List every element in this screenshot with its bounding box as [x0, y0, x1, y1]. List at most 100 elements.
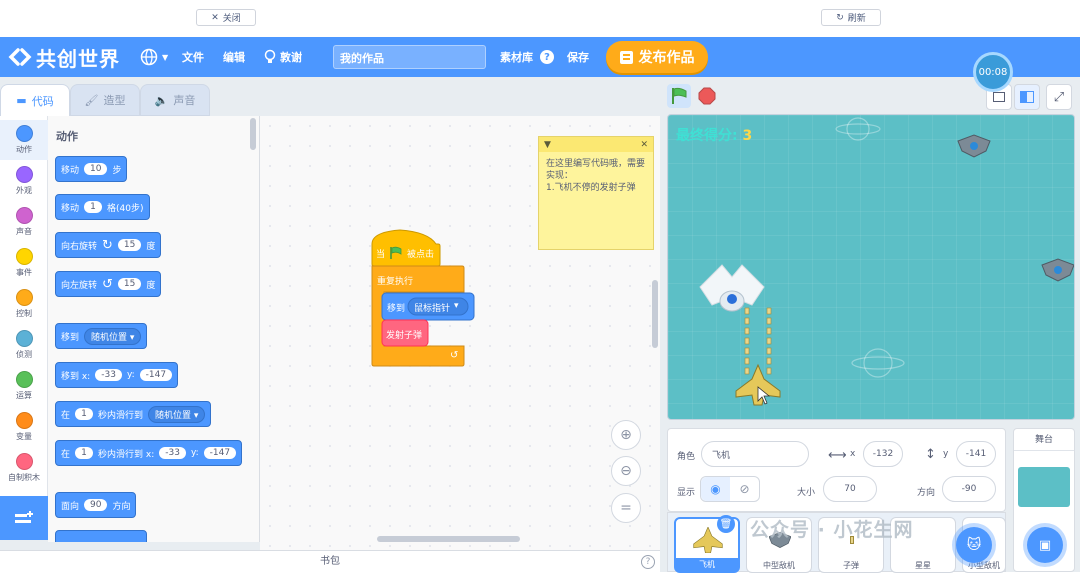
block-text: 面向 — [61, 501, 80, 512]
category-control[interactable]: 控制 — [0, 284, 48, 324]
language-menu[interactable]: ▼ — [140, 37, 168, 77]
block-glide-xy[interactable]: 在 1 秒内滑行到 x: -33 y: -147 — [55, 440, 243, 466]
normal-stage-button[interactable] — [1014, 84, 1040, 110]
block-input[interactable]: -147 — [203, 447, 237, 459]
refresh-icon: ↻ — [836, 12, 844, 23]
block-input[interactable]: 1 — [75, 447, 94, 459]
stage-canvas[interactable]: 最终得分: 3 — [667, 114, 1075, 420]
close-button[interactable]: ✕ 关闭 — [196, 9, 256, 26]
refresh-button[interactable]: ↻ 刷新 — [821, 9, 881, 26]
dropdown-value: 随机位置 — [91, 332, 128, 343]
save-button[interactable]: 保存 — [567, 37, 589, 77]
comment-note[interactable]: ▼ ✕ 在这里编写代码哦，需要实现： 1.飞机不停的发射子弹 — [538, 136, 654, 250]
block-dropdown[interactable]: 随机位置 ▾ — [84, 327, 142, 345]
stop-button[interactable] — [695, 84, 719, 108]
category-events[interactable]: 事件 — [0, 243, 48, 283]
stage-panel-label: 舞台 — [1014, 429, 1074, 451]
category-sound[interactable]: 声音 — [0, 202, 48, 242]
workspace-hscrollbar[interactable] — [377, 536, 520, 542]
block-input[interactable]: 90 — [84, 499, 108, 511]
menu-bar: 共创世界 ▼ 文件 编辑 敦谢 我的作品 素材库 ? 保存 发布作品 — [0, 37, 1080, 77]
publish-button[interactable]: 发布作品 — [606, 41, 708, 73]
block-goto-xy[interactable]: 移到 x: -33 y: -147 — [55, 362, 179, 388]
category-label: 事件 — [16, 268, 32, 277]
category-dot — [15, 166, 33, 183]
logo-text: 共创世界 — [36, 46, 120, 71]
tab-sounds[interactable]: 🔈 声音 — [140, 84, 210, 116]
fullscreen-button[interactable]: ⤢ — [1046, 84, 1072, 110]
block-turn-right[interactable]: 向右旋转 ↻ 15 度 — [55, 232, 162, 258]
block-input[interactable]: -33 — [95, 369, 122, 381]
block-input[interactable]: 15 — [117, 239, 142, 251]
block-text: 向右旋转 — [61, 241, 98, 252]
block-input[interactable]: 15 — [117, 278, 142, 290]
delete-sprite-button[interactable]: 🗑 — [717, 515, 735, 533]
goto-target-value: 鼠标指针 — [414, 304, 451, 314]
block-input[interactable]: 1 — [75, 408, 94, 420]
help-icon[interactable]: ? — [641, 555, 655, 569]
direction-input[interactable]: -90 — [942, 476, 996, 502]
sprite-card-name: 子弹 — [843, 561, 859, 570]
visibility-toggle[interactable]: ◉ ⊘ — [700, 476, 760, 502]
green-flag-button[interactable] — [667, 84, 691, 108]
tips-menu[interactable]: 敦谢 — [264, 37, 302, 77]
hide-eye-icon[interactable]: ⊘ — [730, 477, 759, 501]
block-text: 格(40步) — [107, 203, 144, 214]
y-input[interactable]: -141 — [956, 441, 996, 467]
add-sprite-button[interactable]: 🐱 — [956, 527, 992, 563]
collapse-icon[interactable]: ▼ — [544, 140, 551, 150]
x-input[interactable]: -132 — [863, 441, 903, 467]
note-header[interactable]: ▼ ✕ — [539, 137, 653, 152]
category-variables[interactable]: 变量 — [0, 407, 48, 447]
tab-costumes[interactable]: 🖌 造型 — [70, 84, 140, 116]
close-icon[interactable]: ✕ — [640, 140, 648, 150]
block-goto[interactable]: 移到 随机位置 ▾ — [55, 323, 148, 349]
stage-thumbnail[interactable] — [1018, 467, 1070, 507]
block-turn-left[interactable]: 向左旋转 ↺ 15 度 — [55, 271, 162, 297]
block-input[interactable]: -147 — [139, 369, 173, 381]
block-dropdown[interactable]: 随机位置 ▾ — [148, 405, 206, 423]
block-move-grid[interactable]: 移动 1 格(40步) — [55, 194, 150, 220]
help-button[interactable]: ? — [540, 37, 554, 77]
logo[interactable]: 共创世界 — [8, 37, 120, 77]
sprite-name-input[interactable]: 飞机 — [701, 441, 809, 467]
code-icon: ▬ — [16, 94, 27, 107]
workspace-vscrollbar[interactable] — [652, 280, 658, 348]
sprite-name-label: 角色 — [677, 452, 696, 462]
tab-code[interactable]: ▬ 代码 — [0, 84, 70, 116]
sprite-card-name: 中型敌机 — [763, 561, 795, 570]
category-operators[interactable]: 运算 — [0, 366, 48, 406]
backpack[interactable]: 书包 — [0, 550, 660, 572]
zoom-reset-button[interactable]: = — [611, 493, 641, 523]
block-move-steps[interactable]: 移动 10 步 — [55, 156, 128, 182]
add-backdrop-button[interactable]: ▣ — [1027, 527, 1063, 563]
block-point-direction[interactable]: 面向 90 方向 — [55, 492, 137, 518]
block-input[interactable]: 10 — [84, 163, 108, 175]
show-eye-icon[interactable]: ◉ — [701, 477, 730, 501]
block-text: 度 — [146, 241, 156, 252]
category-my-blocks[interactable]: 自制积木 — [0, 448, 48, 488]
block-partial[interactable] — [55, 530, 147, 542]
zoom-in-button[interactable]: ⊕ — [611, 420, 641, 450]
block-text: y: — [126, 370, 135, 380]
category-looks[interactable]: 外观 — [0, 161, 48, 201]
goto-label: 移到 — [387, 304, 406, 314]
block-glide[interactable]: 在 1 秒内滑行到 随机位置 ▾ — [55, 401, 212, 427]
palette-scrollbar[interactable] — [250, 118, 256, 150]
size-input[interactable]: 70 — [823, 476, 877, 502]
category-sensing[interactable]: 侦测 — [0, 325, 48, 365]
block-input[interactable]: 1 — [84, 201, 103, 213]
assets-menu[interactable]: 素材库 — [500, 37, 533, 77]
category-dot — [15, 453, 33, 470]
block-input[interactable]: -33 — [159, 447, 186, 459]
category-motion[interactable]: 动作 — [0, 120, 48, 160]
project-title-input[interactable]: 我的作品 — [333, 45, 486, 69]
note-text[interactable]: 在这里编写代码哦，需要实现： 1.飞机不停的发射子弹 — [539, 152, 653, 200]
file-menu[interactable]: 文件 — [182, 37, 204, 77]
edit-menu[interactable]: 编辑 — [223, 37, 245, 77]
add-extension-button[interactable] — [0, 496, 48, 540]
zoom-out-button[interactable]: ⊖ — [611, 456, 641, 486]
zoom-out-icon: ⊖ — [620, 463, 632, 479]
block-text: 秒内滑行到 — [98, 410, 144, 421]
rotate-left-icon: ↺ — [102, 276, 113, 292]
